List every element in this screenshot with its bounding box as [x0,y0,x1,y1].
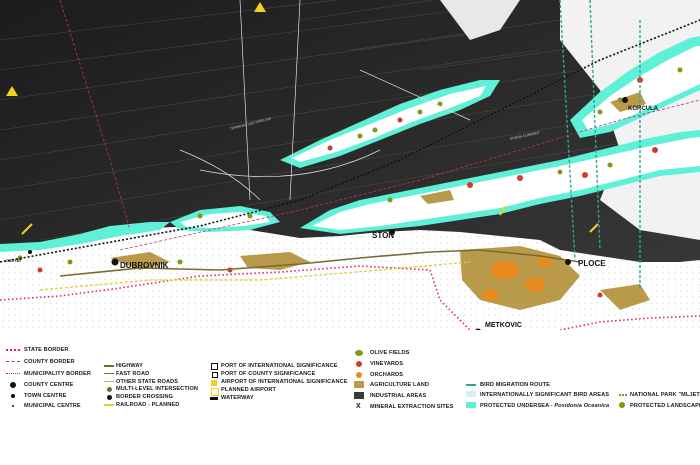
bird-route-swatch [466,384,476,386]
municipal-centre-swatch [12,405,14,407]
legend-railroad-planned: RAILROAD - PLANNED [116,402,180,408]
legend-panel: STATE BORDER COUNTY BORDER MUNICIPALITY … [0,330,700,465]
agriculture-land-swatch [354,381,364,388]
border-crossing-swatch [107,395,112,400]
intersection-swatch [107,387,112,392]
legend-border-crossing: BORDER CROSSING [116,394,174,400]
airport-intl-swatch [211,380,217,386]
town-centre-swatch [11,394,15,398]
railroad-swatch [104,404,114,406]
legend-bird-migration-route: BIRD MIGRATION ROUTE [480,382,550,388]
label-ploce: PLOCE [578,259,606,268]
legend-port-county: PORT OF COUNTY SIGNIFICANCE [221,371,316,377]
port-county-swatch [212,372,218,378]
legend-orchards: ORCHARDS [370,372,404,378]
label-ston: STON [372,231,394,240]
planned-airport-swatch [211,388,219,396]
highway-swatch [104,365,114,367]
fast-road-swatch [104,373,114,374]
legend-protected-landscape: PROTECTED LANDSCAPE [630,403,700,409]
county-border-swatch [6,361,20,362]
legend-protected-undersea: PROTECTED UNDERSEA - Posidonia Oceanica [480,402,609,410]
legend-municipal-centre: MUNICIPAL CENTRE [24,403,81,409]
legend-waterway: WATERWAY [221,395,254,401]
label-korcula: KORCULA [628,106,659,112]
olive-fields-swatch [355,350,363,356]
national-park-swatch [619,394,627,396]
legend-protected-undersea-label: PROTECTED UNDERSEA - [480,403,555,409]
undersea-swatch [466,402,476,408]
legend-county-centre: COUNTY CENTRE [24,382,74,388]
mineral-extraction-icon: X [356,403,361,410]
map-svg: DUBROVNIK STON PLOCE METKOVIC KORCULA CA… [0,0,700,336]
legend-town-centre: TOWN CENTRE [24,393,67,399]
legend-multi-level-intersection: MULTI-LEVEL INTERSECTION [116,386,199,392]
protected-landscape-swatch [619,402,625,408]
state-roads-swatch [104,381,114,382]
legend-mineral-extraction: MINERAL EXTRACTION SITES [370,404,454,410]
legend-posidonia: Posidonia Oceanica [554,403,610,409]
orchards-swatch [356,372,362,378]
label-metkovic: METKOVIC [485,322,522,329]
map-canvas: DUBROVNIK STON PLOCE METKOVIC KORCULA CA… [0,0,700,336]
legend-highway: HIGHWAY [116,363,143,369]
legend-agriculture-land: AGRICULTURE LAND [370,382,429,388]
municipality-border-swatch [6,373,20,374]
state-border-swatch [6,349,20,351]
legend-industrial-areas: INDUSTRIAL AREAS [370,393,427,399]
legend-vineyards: VINEYARDS [370,361,404,367]
label-cavtat: CAVTAT [6,258,22,263]
legend-fast-road: FAST ROAD [116,371,150,377]
bird-areas-swatch [466,391,476,397]
vineyards-swatch [356,361,362,367]
legend-olive-fields: OLIVE FIELDS [370,350,410,356]
legend-municipality-border: MUNICIPALITY BORDER [24,371,91,377]
waterway-swatch [210,397,218,400]
industrial-areas-swatch [354,392,364,399]
legend-port-intl: PORT OF INTERNATIONAL SIGNIFICANCE [221,363,338,369]
legend-state-border: STATE BORDER [24,347,69,353]
label-dubrovnik: DUBROVNIK [120,261,169,270]
legend-bird-areas: INTERNATIONALLY SIGNIFICANT BIRD AREAS [480,392,610,398]
legend-county-border: COUNTY BORDER [24,359,75,365]
legend-planned-airport: PLANNED AIRPORT [221,387,277,393]
legend-national-park: NATIONAL PARK "MLJET" [630,392,700,398]
county-centre-swatch [10,382,16,388]
legend-airport-intl: AIRPORT OF INTERNATIONAL SIGNIFICANCE [221,379,348,385]
port-intl-swatch [211,363,218,370]
